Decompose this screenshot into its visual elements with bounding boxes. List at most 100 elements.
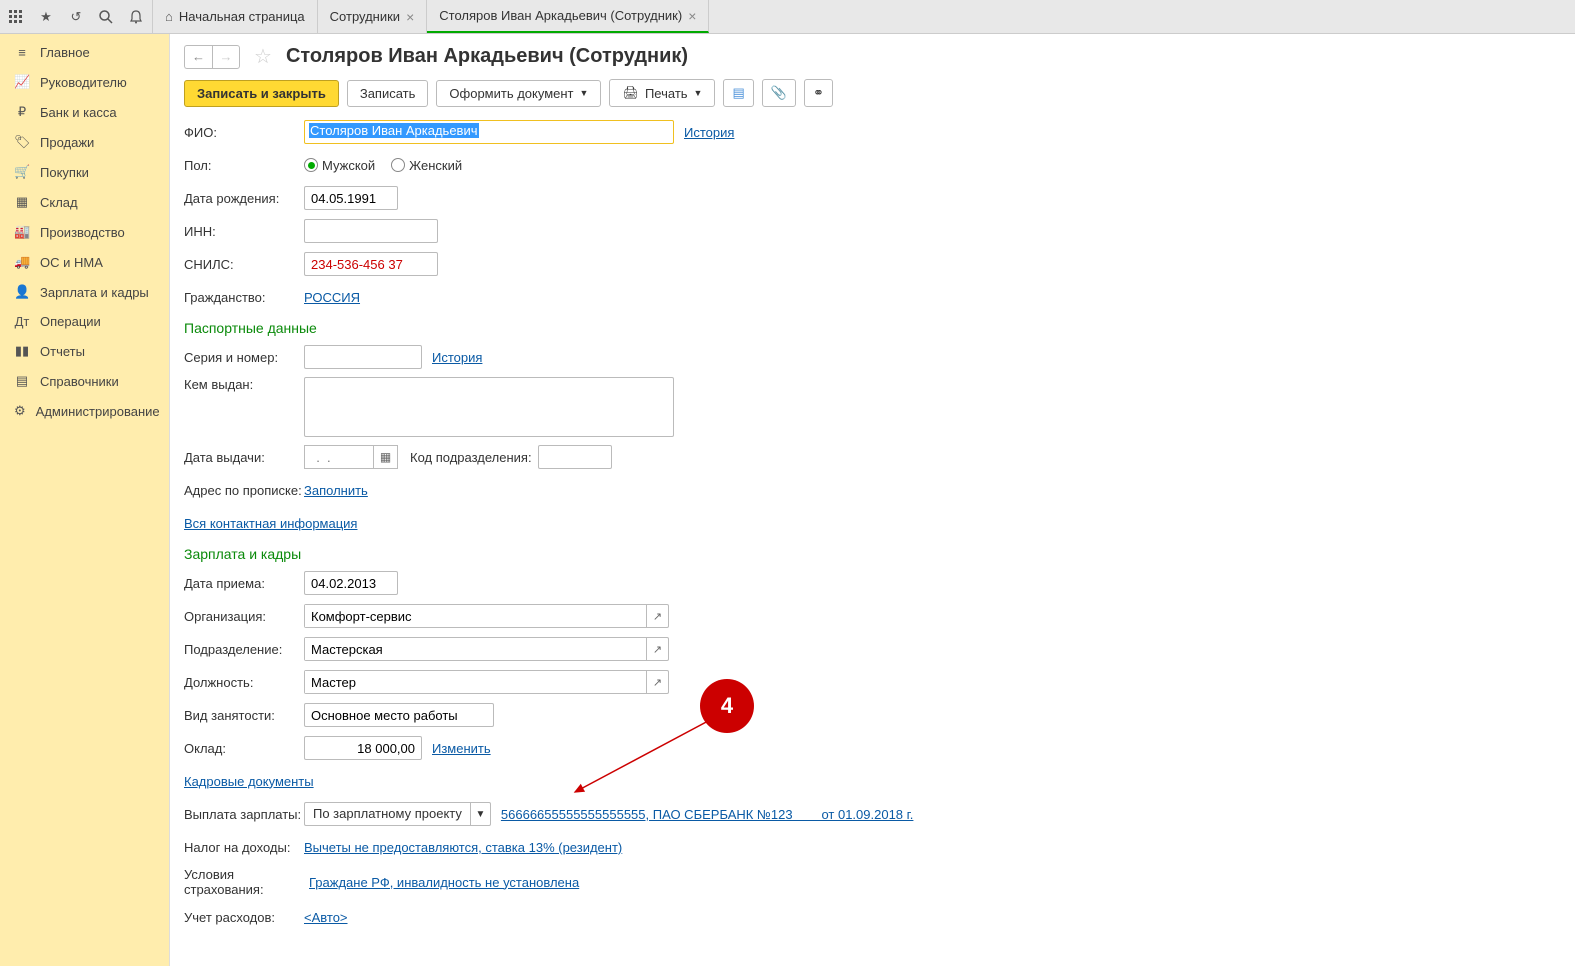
- bell-icon[interactable]: [128, 9, 144, 25]
- sidebar-item-reports[interactable]: ▮▮Отчеты: [0, 336, 169, 366]
- insurance-link[interactable]: Граждане РФ, инвалидность не установлена: [309, 875, 579, 890]
- sidebar-item-production[interactable]: 🏭 Производство: [0, 217, 169, 247]
- search-icon[interactable]: [98, 9, 114, 25]
- star-icon[interactable]: ★: [38, 9, 54, 25]
- annotation-marker: 4: [700, 679, 754, 733]
- sidebar-item-label: Банк и касса: [40, 105, 117, 120]
- tab-employees[interactable]: Сотрудники ×: [318, 0, 428, 33]
- inn-input[interactable]: [304, 219, 438, 243]
- dept-code-input[interactable]: [538, 445, 612, 469]
- top-toolbar: ★ ↺ ⌂ Начальная страница Сотрудники × Ст…: [0, 0, 1575, 34]
- sidebar-item-main[interactable]: ≡Главное: [0, 38, 169, 67]
- position-combo[interactable]: ↗: [304, 670, 669, 694]
- open-icon[interactable]: ↗: [646, 638, 668, 660]
- open-icon[interactable]: ↗: [646, 605, 668, 627]
- radio-icon: [304, 158, 318, 172]
- sidebar-item-assets[interactable]: 🚚ОС и НМА: [0, 247, 169, 277]
- gender-label: Пол:: [184, 158, 304, 173]
- dept-combo[interactable]: ↗: [304, 637, 669, 661]
- change-salary-link[interactable]: Изменить: [432, 741, 491, 756]
- sidebar-item-sales[interactable]: 🏷 Продажи: [0, 127, 169, 157]
- dob-input[interactable]: [304, 186, 398, 210]
- chevron-down-icon[interactable]: ▼: [470, 803, 490, 825]
- passport-section-title: Паспортные данные: [184, 320, 1561, 336]
- address-label: Адрес по прописке:: [184, 483, 304, 498]
- series-input[interactable]: [304, 345, 422, 369]
- hire-date-label: Дата приема:: [184, 576, 304, 591]
- close-icon[interactable]: ×: [688, 8, 696, 24]
- payroll-mode-dropdown[interactable]: По зарплатному проекту ▼: [304, 802, 491, 826]
- save-and-close-button[interactable]: Записать и закрыть: [184, 80, 339, 107]
- sidebar-item-label: Главное: [40, 45, 90, 60]
- payroll-account-link[interactable]: 56666655555555555555, ПАО СБЕРБАНК №123 …: [501, 807, 914, 822]
- boxes-icon: ▦: [14, 194, 30, 210]
- apps-icon[interactable]: [8, 9, 24, 25]
- truck-icon: 🚚: [14, 254, 30, 270]
- sidebar-item-hr[interactable]: 👤Зарплата и кадры: [0, 277, 169, 307]
- open-icon[interactable]: ↗: [646, 671, 668, 693]
- passport-history-link[interactable]: История: [432, 350, 482, 365]
- sidebar-item-bank[interactable]: ₽Банк и касса: [0, 97, 169, 127]
- calendar-icon[interactable]: ▦: [373, 446, 397, 468]
- employment-label: Вид занятости:: [184, 708, 304, 723]
- document-icon: ▤: [732, 85, 744, 101]
- tab-current[interactable]: Столяров Иван Аркадьевич (Сотрудник) ×: [427, 0, 709, 33]
- sidebar-item-operations[interactable]: Дт Операции: [0, 307, 169, 336]
- sidebar-item-label: Зарплата и кадры: [40, 285, 149, 300]
- history-link[interactable]: История: [684, 125, 734, 140]
- nav-back-button[interactable]: ←: [184, 45, 212, 69]
- links-icon-button[interactable]: ⚭: [804, 79, 833, 107]
- history-icon[interactable]: ↺: [68, 9, 84, 25]
- hr-docs-link[interactable]: Кадровые документы: [184, 774, 314, 789]
- citizenship-link[interactable]: РОССИЯ: [304, 290, 360, 305]
- issued-by-textarea[interactable]: [304, 377, 674, 437]
- sidebar-item-purchases[interactable]: 🛒Покупки: [0, 157, 169, 187]
- sidebar-item-directories[interactable]: ▤Справочники: [0, 366, 169, 396]
- tab-home[interactable]: ⌂ Начальная страница: [153, 0, 318, 33]
- system-icons: ★ ↺: [0, 0, 153, 33]
- series-label: Серия и номер:: [184, 350, 304, 365]
- sidebar-item-admin[interactable]: ⚙Администрирование: [0, 396, 169, 426]
- sidebar-item-label: Склад: [40, 195, 78, 210]
- close-icon[interactable]: ×: [406, 9, 414, 25]
- fio-label: ФИО:: [184, 125, 304, 140]
- snils-input[interactable]: [304, 252, 438, 276]
- org-combo[interactable]: ↗: [304, 604, 669, 628]
- gender-male-radio[interactable]: Мужской: [304, 158, 375, 173]
- sidebar-item-warehouse[interactable]: ▦ Склад: [0, 187, 169, 217]
- employment-input[interactable]: [304, 703, 494, 727]
- expense-link[interactable]: <Авто>: [304, 910, 348, 925]
- favorite-star-icon[interactable]: ☆: [254, 44, 272, 69]
- tag-icon: 🏷: [14, 134, 30, 150]
- print-button[interactable]: 🖨Печать▼: [609, 79, 715, 107]
- document-icon-button[interactable]: ▤: [723, 79, 753, 107]
- sidebar-item-label: Справочники: [40, 374, 119, 389]
- sidebar-item-label: Операции: [40, 314, 101, 329]
- sidebar-item-label: Продажи: [40, 135, 94, 150]
- payroll-label: Выплата зарплаты:: [184, 807, 304, 822]
- tab-label: Столяров Иван Аркадьевич (Сотрудник): [439, 8, 682, 23]
- attachment-icon-button[interactable]: 📎: [762, 79, 796, 107]
- hire-date-input[interactable]: [304, 571, 398, 595]
- sidebar-item-label: Производство: [40, 225, 125, 240]
- salary-input[interactable]: [304, 736, 422, 760]
- toolbar: Записать и закрыть Записать Оформить док…: [184, 79, 1561, 107]
- tax-link[interactable]: Вычеты не предоставляются, ставка 13% (р…: [304, 840, 622, 855]
- sidebar-item-manager[interactable]: 📈Руководителю: [0, 67, 169, 97]
- contact-info-link[interactable]: Вся контактная информация: [184, 516, 357, 531]
- sidebar-item-label: Отчеты: [40, 344, 85, 359]
- sidebar-item-label: Руководителю: [40, 75, 127, 90]
- issue-date-label: Дата выдачи:: [184, 450, 304, 465]
- make-document-button[interactable]: Оформить документ▼: [436, 80, 601, 107]
- dob-label: Дата рождения:: [184, 191, 304, 206]
- factory-icon: 🏭: [14, 224, 30, 240]
- fio-selected-value: Столяров Иван Аркадьевич: [309, 123, 479, 138]
- ledger-icon: Дт: [14, 314, 30, 329]
- fill-address-link[interactable]: Заполнить: [304, 483, 368, 498]
- issue-date-input[interactable]: ▦: [304, 445, 398, 469]
- gender-female-radio[interactable]: Женский: [391, 158, 462, 173]
- save-button[interactable]: Записать: [347, 80, 429, 107]
- nav-forward-button[interactable]: →: [212, 45, 240, 69]
- fio-input[interactable]: Столяров Иван Аркадьевич: [304, 120, 674, 144]
- printer-icon: 🖨: [622, 85, 639, 101]
